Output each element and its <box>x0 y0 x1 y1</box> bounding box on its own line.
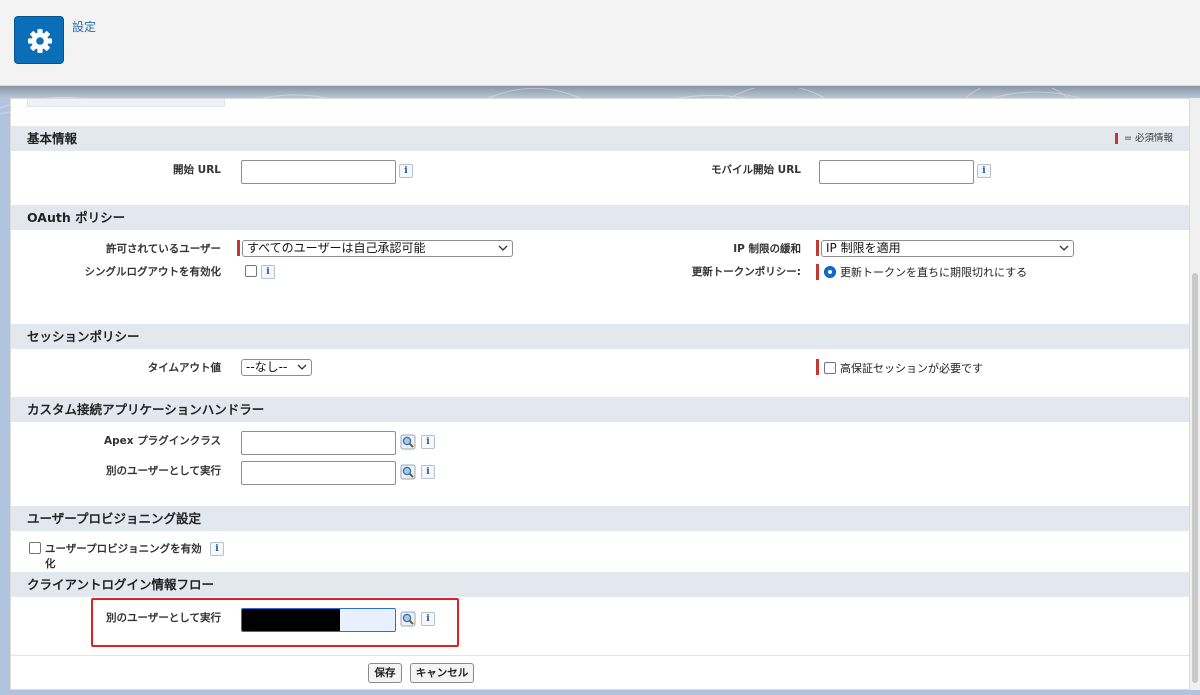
info-icon[interactable]: i <box>977 164 991 178</box>
permitted-users-label: 許可されているユーザー <box>106 243 221 255</box>
chevron-down-icon <box>297 364 307 370</box>
section-header-client-credentials: クライアントログイン情報フロー <box>11 571 1189 597</box>
section-header-oauth: OAuth ポリシー <box>11 204 1189 230</box>
section-title: OAuth ポリシー <box>27 210 126 225</box>
enable-provisioning-label: ユーザープロビジョニングを有効化 <box>45 543 202 570</box>
required-marker <box>1115 133 1119 144</box>
client-run-as-label: 別のユーザーとして実行 <box>106 612 221 624</box>
section-header-provisioning: ユーザープロビジョニング設定 <box>11 505 1189 531</box>
section-header-basic: 基本情報 = 必須情報 <box>11 125 1189 151</box>
refresh-policy-option: 更新トークンを直ちに期限切れにする <box>840 266 1028 279</box>
mobile-start-url-input[interactable] <box>819 160 974 184</box>
section-title: セッションポリシー <box>27 329 140 344</box>
gear-icon <box>28 29 52 53</box>
app-header: 設定 <box>0 0 1200 86</box>
info-icon[interactable]: i <box>399 164 413 178</box>
cancel-button[interactable]: キャンセル <box>410 663 474 683</box>
refresh-policy-radio[interactable] <box>824 266 836 278</box>
required-marker <box>237 240 240 256</box>
single-logout-checkbox[interactable] <box>245 265 257 277</box>
timeout-select[interactable]: --なし-- <box>241 359 312 376</box>
section-title: ユーザープロビジョニング設定 <box>27 511 202 526</box>
tab-stub <box>27 99 225 107</box>
required-marker <box>816 264 819 280</box>
setup-app-icon[interactable] <box>14 16 64 64</box>
run-as-input[interactable] <box>241 461 396 485</box>
apex-plugin-label: Apex プラグインクラス <box>104 435 221 447</box>
required-legend-text: = 必須情報 <box>1124 133 1173 144</box>
info-icon[interactable]: i <box>421 612 435 626</box>
ip-relax-value: IP 制限を適用 <box>826 241 901 255</box>
save-button[interactable]: 保存 <box>368 663 402 683</box>
edit-form: 基本情報 = 必須情報 開始 URL i モバイル開始 URL i OAuth … <box>10 98 1190 690</box>
info-icon[interactable]: i <box>261 265 275 279</box>
start-url-label: 開始 URL <box>173 164 221 176</box>
section-header-session: セッションポリシー <box>11 323 1189 349</box>
scrollbar-thumb[interactable] <box>1192 273 1198 683</box>
info-icon[interactable]: i <box>421 435 435 449</box>
section-header-handler: カスタム接続アプリケーションハンドラー <box>11 396 1189 422</box>
app-title[interactable]: 設定 <box>72 18 96 35</box>
ip-relax-select[interactable]: IP 制限を適用 <box>821 240 1074 257</box>
lookup-icon[interactable] <box>400 434 416 450</box>
single-logout-label: シングルログアウトを有効化 <box>84 266 222 278</box>
timeout-value: --なし-- <box>246 360 288 374</box>
mobile-start-url-label: モバイル開始 URL <box>711 164 801 176</box>
info-icon[interactable]: i <box>210 542 224 556</box>
info-icon[interactable]: i <box>421 465 435 479</box>
start-url-input[interactable] <box>241 160 396 184</box>
high-assurance-checkbox[interactable] <box>824 362 836 374</box>
lookup-icon[interactable] <box>400 464 416 480</box>
redacted-value <box>242 609 340 631</box>
client-run-as-input[interactable] <box>241 608 396 632</box>
footer-divider <box>11 655 1189 656</box>
section-title: クライアントログイン情報フロー <box>27 577 215 592</box>
chevron-down-icon <box>1059 245 1069 251</box>
ip-relax-label: IP 制限の緩和 <box>733 243 801 255</box>
section-title: カスタム接続アプリケーションハンドラー <box>27 402 265 417</box>
permitted-users-select[interactable]: すべてのユーザーは自己承認可能 <box>242 240 513 257</box>
required-legend: = 必須情報 <box>1115 126 1173 152</box>
permitted-users-value: すべてのユーザーは自己承認可能 <box>247 241 426 255</box>
chevron-down-icon <box>498 245 508 251</box>
high-assurance-label: 高保証セッションが必要です <box>840 362 983 375</box>
required-marker <box>816 359 819 375</box>
lookup-icon[interactable] <box>400 611 416 627</box>
enable-provisioning-checkbox[interactable] <box>29 542 41 554</box>
vertical-scrollbar[interactable] <box>1190 98 1200 690</box>
section-title: 基本情報 <box>27 131 78 146</box>
required-marker <box>816 240 819 256</box>
run-as-label: 別のユーザーとして実行 <box>106 465 221 477</box>
timeout-label: タイムアウト値 <box>147 362 221 374</box>
refresh-policy-label: 更新トークンポリシー: <box>691 266 801 278</box>
apex-plugin-input[interactable] <box>241 431 396 455</box>
